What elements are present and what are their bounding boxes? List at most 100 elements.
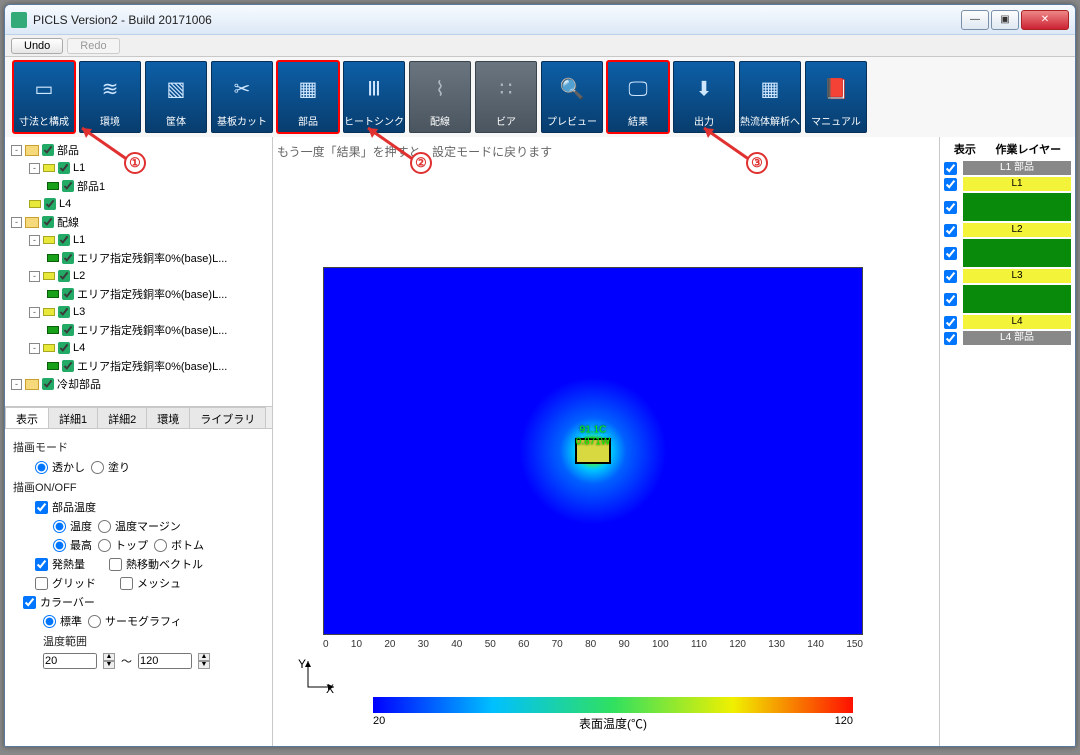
layer-row[interactable]: L2 bbox=[944, 223, 1071, 237]
tool-icon: ⬇ bbox=[689, 62, 719, 113]
tree-node[interactable]: エリア指定残銅率0%(base)L... bbox=[7, 249, 270, 267]
tool-icon: ▭ bbox=[29, 62, 59, 113]
radio-standard[interactable]: 標準 bbox=[43, 613, 82, 629]
radio-fill[interactable]: 塗り bbox=[91, 459, 130, 475]
titlebar: PICLS Version2 - Build 20171006 — ▣ ✕ bbox=[5, 5, 1075, 35]
tree-node[interactable]: -L4 bbox=[7, 339, 270, 357]
svg-text:∷: ∷ bbox=[500, 78, 513, 100]
tree-node[interactable]: -L3 bbox=[7, 303, 270, 321]
tool-icon: ▦ bbox=[293, 62, 323, 113]
col-work: 作業レイヤー bbox=[995, 141, 1061, 157]
edit-bar: Undo Redo bbox=[5, 35, 1075, 57]
tool-熱流体解析へ[interactable]: ▦熱流体解析へ bbox=[739, 61, 801, 133]
tree-node[interactable]: -L1 bbox=[7, 159, 270, 177]
tab-表示[interactable]: 表示 bbox=[5, 407, 49, 428]
tool-寸法と構成[interactable]: ▭寸法と構成 bbox=[13, 61, 75, 133]
tool-筐体[interactable]: ▧筐体 bbox=[145, 61, 207, 133]
tab-詳細2[interactable]: 詳細2 bbox=[97, 407, 147, 428]
svg-text:Ⅲ: Ⅲ bbox=[367, 78, 381, 100]
close-button[interactable]: ✕ bbox=[1021, 10, 1069, 30]
chk-grid[interactable]: グリッド bbox=[35, 575, 96, 591]
tool-結果[interactable]: 🖵結果 bbox=[607, 61, 669, 133]
cb-lo: 20 bbox=[373, 715, 385, 727]
layer-panel: 表示 作業レイヤー L1 部品 L1 L2 L3 L4 L4 部品 bbox=[939, 137, 1075, 746]
chk-heat[interactable]: 発熱量 bbox=[35, 556, 85, 572]
tree-node[interactable]: -部品 bbox=[7, 141, 270, 159]
window-title: PICLS Version2 - Build 20171006 bbox=[33, 13, 961, 27]
radio-max[interactable]: 最高 bbox=[53, 537, 92, 553]
left-panel: -部品-L1部品1L4-配線-L1エリア指定残銅率0%(base)L...-L2… bbox=[5, 137, 273, 746]
tree-node[interactable]: -L1 bbox=[7, 231, 270, 249]
tree-node[interactable]: -L2 bbox=[7, 267, 270, 285]
layer-row[interactable]: L4 部品 bbox=[944, 331, 1071, 345]
app-icon bbox=[11, 12, 27, 28]
radio-margin[interactable]: 温度マージン bbox=[98, 518, 181, 534]
main-toolbar: ▭寸法と構成≋環境▧筐体✂基板カット▦部品Ⅲヒートシンク⌇配線∷ビア🔍プレビュー… bbox=[5, 57, 1075, 137]
tool-環境[interactable]: ≋環境 bbox=[79, 61, 141, 133]
tool-icon: 📕 bbox=[821, 62, 851, 113]
chk-parttemp[interactable]: 部品温度 bbox=[35, 499, 96, 515]
tool-icon: 🖵 bbox=[623, 62, 653, 113]
tool-icon: 🔍 bbox=[557, 62, 587, 113]
tool-出力[interactable]: ⬇出力 bbox=[673, 61, 735, 133]
spinner-hi[interactable]: ▲▼ bbox=[198, 653, 210, 669]
minimize-button[interactable]: — bbox=[961, 10, 989, 30]
tool-部品[interactable]: ▦部品 bbox=[277, 61, 339, 133]
app-window: PICLS Version2 - Build 20171006 — ▣ ✕ Un… bbox=[4, 4, 1076, 747]
svg-text:🔍: 🔍 bbox=[560, 75, 585, 100]
radio-thermo[interactable]: サーモグラフィ bbox=[88, 613, 182, 629]
svg-text:▦: ▦ bbox=[761, 78, 780, 100]
redo-button[interactable]: Redo bbox=[67, 38, 119, 54]
maximize-button[interactable]: ▣ bbox=[991, 10, 1019, 30]
tab-ライブラリ[interactable]: ライブラリ bbox=[189, 407, 266, 428]
radio-temp[interactable]: 温度 bbox=[53, 518, 92, 534]
svg-text:▭: ▭ bbox=[35, 78, 54, 100]
object-tree[interactable]: -部品-L1部品1L4-配線-L1エリア指定残銅率0%(base)L...-L2… bbox=[5, 137, 272, 407]
layer-row[interactable]: L1 部品 bbox=[944, 161, 1071, 175]
tool-ビア[interactable]: ∷ビア bbox=[475, 61, 537, 133]
tool-基板カット[interactable]: ✂基板カット bbox=[211, 61, 273, 133]
tab-詳細1[interactable]: 詳細1 bbox=[48, 407, 98, 428]
tree-node[interactable]: 部品1 bbox=[7, 177, 270, 195]
layer-row[interactable]: L4 bbox=[944, 315, 1071, 329]
svg-text:⬇: ⬇ bbox=[696, 78, 713, 100]
tree-node[interactable]: エリア指定残銅率0%(base)L... bbox=[7, 285, 270, 303]
viewport[interactable]: もう一度「結果」を押すと、設定モードに戻ります 91.1C0.871W 0102… bbox=[273, 137, 939, 746]
range-hi-input[interactable] bbox=[138, 653, 192, 669]
radio-bottom[interactable]: ボトム bbox=[154, 537, 204, 553]
tool-icon: ✂ bbox=[227, 62, 257, 113]
svg-text:▧: ▧ bbox=[167, 78, 186, 100]
radio-top[interactable]: トップ bbox=[98, 537, 148, 553]
range-sep: ～ bbox=[121, 653, 132, 669]
tool-icon: ▧ bbox=[161, 62, 191, 113]
svg-text:▦: ▦ bbox=[299, 78, 318, 100]
radio-transparent[interactable]: 透かし bbox=[35, 459, 85, 475]
heatmap-plot: 91.1C0.871W bbox=[323, 267, 863, 635]
tab-環境[interactable]: 環境 bbox=[146, 407, 190, 428]
tool-ヒートシンク[interactable]: Ⅲヒートシンク bbox=[343, 61, 405, 133]
drawmode-label: 描画モード bbox=[13, 439, 264, 455]
svg-text:✂: ✂ bbox=[234, 78, 251, 100]
tree-node[interactable]: -配線 bbox=[7, 213, 270, 231]
col-show: 表示 bbox=[954, 141, 976, 157]
svg-text:≋: ≋ bbox=[102, 78, 119, 100]
tree-node[interactable]: エリア指定残銅率0%(base)L... bbox=[7, 321, 270, 339]
chk-mesh[interactable]: メッシュ bbox=[120, 575, 181, 591]
svg-text:📕: 📕 bbox=[824, 77, 849, 100]
undo-button[interactable]: Undo bbox=[11, 38, 63, 54]
tool-プレビュー[interactable]: 🔍プレビュー bbox=[541, 61, 603, 133]
tree-node[interactable]: L4 bbox=[7, 195, 270, 213]
spinner-lo[interactable]: ▲▼ bbox=[103, 653, 115, 669]
chk-vector[interactable]: 熱移動ベクトル bbox=[109, 556, 203, 572]
onoff-label: 描画ON/OFF bbox=[13, 479, 264, 495]
chk-colorbar[interactable]: カラーバー bbox=[23, 594, 95, 610]
svg-text:🖵: 🖵 bbox=[628, 78, 647, 100]
layer-row[interactable]: L1 bbox=[944, 177, 1071, 191]
tree-node[interactable]: エリア指定残銅率0%(base)L... bbox=[7, 357, 270, 375]
tool-配線[interactable]: ⌇配線 bbox=[409, 61, 471, 133]
hint-text: もう一度「結果」を押すと、設定モードに戻ります bbox=[277, 143, 552, 160]
tool-マニュアル[interactable]: 📕マニュアル bbox=[805, 61, 867, 133]
range-lo-input[interactable] bbox=[43, 653, 97, 669]
layer-row[interactable]: L3 bbox=[944, 269, 1071, 283]
tree-node[interactable]: -冷却部品 bbox=[7, 375, 270, 393]
